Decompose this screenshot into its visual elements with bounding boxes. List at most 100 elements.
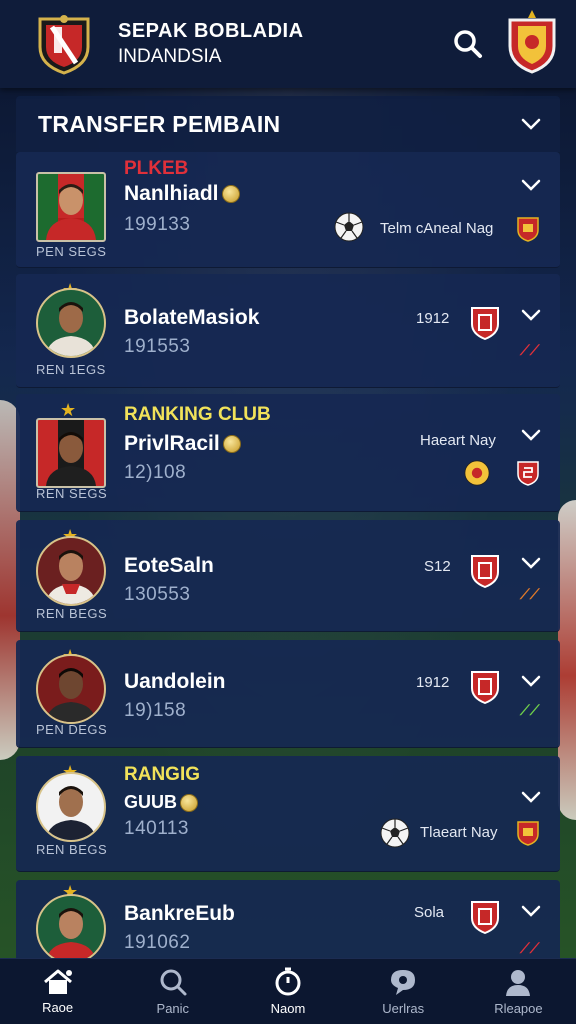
search-icon (160, 969, 187, 996)
transfer-fee: 1912 (416, 674, 450, 691)
chevron-down-icon[interactable] (520, 113, 542, 135)
player-name-text: Nanlhiadl (124, 182, 219, 205)
chat-icon (391, 970, 416, 995)
nav-search-label: Panic (156, 1001, 190, 1016)
player-card[interactable]: ★ REN SEGS RANKING CLUB PrivlRacil 12)10… (16, 394, 560, 512)
bottom-nav: Raoe Panic Naom Uerlras Rleapoe (0, 958, 576, 1024)
nav-search[interactable]: Panic (115, 959, 230, 1024)
player-name-text: GUUB (124, 792, 177, 812)
player-position: PEN DEGS (36, 722, 108, 737)
player-position: REN BEGS (36, 842, 108, 857)
background-player-right (558, 500, 576, 820)
profile-icon (506, 970, 531, 996)
chevron-down-icon[interactable] (520, 670, 542, 692)
player-name-text: PrivlRacil (124, 432, 220, 455)
chevron-down-icon[interactable] (520, 786, 542, 808)
player-name: Uandolein (124, 670, 226, 694)
coin-icon (222, 435, 241, 453)
player-avatar (36, 418, 106, 488)
player-number: 140113 (124, 818, 189, 839)
player-name-text: Uandolein (124, 670, 226, 693)
player-name-text: BolateMasiok (124, 306, 260, 329)
soccer-ball-icon (464, 460, 490, 486)
search-button[interactable] (448, 24, 488, 64)
app-title: SEPAK BOBLADIA INDANDSIA (118, 18, 304, 70)
player-name: BolateMasiok (124, 306, 259, 330)
player-card[interactable]: ★ REN 1EGS BolateMasiok 191553 1912 ⟋⟋ (16, 274, 560, 388)
player-avatar (36, 288, 106, 358)
player-card[interactable]: ★ REN BEGS EoteSaln 130553 S12 ⟋⟋ (16, 520, 560, 632)
home-icon (43, 969, 72, 994)
timer-icon (275, 967, 301, 996)
app-title-line2: INDANDSIA (118, 46, 222, 67)
player-avatar (36, 772, 106, 842)
player-number: 19)158 (124, 700, 187, 721)
player-card[interactable]: ★ BankreEub 191062 Sola ⟋⟋ (16, 880, 560, 966)
player-position: REN 1EGS (36, 362, 106, 377)
app-header: SEPAK BOBLADIA INDANDSIA (0, 0, 576, 88)
player-number: 191062 (124, 932, 191, 953)
chevron-down-icon[interactable] (520, 424, 542, 446)
player-avatar (36, 894, 106, 964)
player-avatar (36, 536, 106, 606)
search-icon (454, 30, 482, 58)
club-shield-icon (517, 217, 539, 242)
trend-down-icon: ⟋⟋ (520, 342, 540, 358)
federation-logo[interactable] (36, 13, 92, 75)
player-name-text: EoteSaln (124, 554, 214, 577)
player-avatar (36, 172, 106, 242)
player-name: GUUB (124, 792, 198, 813)
player-position: REN BEGS (36, 606, 108, 621)
player-card[interactable]: ★ REN BEGS RANGIG GUUB 140113 Tlaeart Na… (16, 756, 560, 872)
trend-icon: ⟋⟋ (520, 586, 540, 602)
chevron-down-icon[interactable] (520, 552, 542, 574)
player-position: PEN SEGS (36, 244, 107, 259)
club-shield-icon (471, 901, 499, 934)
club-label: Telm cAneal Nag (380, 220, 494, 237)
trend-up-icon: ⟋⟋ (520, 702, 540, 718)
player-position: REN SEGS (36, 486, 108, 501)
app-title-line1: SEPAK BOBLADIA (118, 20, 304, 42)
nav-home-label: Raoe (42, 1000, 74, 1015)
club-shield-icon (471, 307, 499, 340)
section-header[interactable]: TRANSFER PEMBAIN (16, 96, 560, 152)
trend-down-icon: ⟋⟋ (520, 940, 540, 956)
player-name: Nanlhiadl (124, 182, 240, 206)
club-shield-icon (471, 555, 499, 588)
club-label: Haeart Nay (420, 432, 496, 449)
player-card[interactable]: ★ PEN DEGS Uandolein 19)158 1912 ⟋⟋ (16, 640, 560, 748)
club-label: Tlaeart Nay (420, 824, 498, 841)
transfer-fee: Sola (414, 904, 445, 921)
nav-timer-label: Naom (270, 1001, 306, 1016)
player-name: PrivlRacil (124, 432, 241, 456)
club-shield-icon (517, 461, 539, 486)
transfer-fee: 1912 (416, 310, 450, 327)
nav-profile-label: Rleapoe (494, 1001, 543, 1016)
chevron-down-icon[interactable] (520, 304, 542, 326)
chevron-down-icon[interactable] (520, 174, 542, 196)
chevron-down-icon[interactable] (520, 900, 542, 922)
player-name: BankreEub (124, 902, 235, 926)
club-badge-icon[interactable] (506, 8, 558, 74)
player-tag: PLKEB (124, 158, 189, 179)
nav-profile[interactable]: Rleapoe (461, 959, 576, 1024)
player-tag: RANKING CLUB (124, 404, 271, 425)
transfer-fee: S12 (424, 558, 451, 575)
soccer-ball-icon (334, 212, 364, 242)
nav-timer[interactable]: Naom (230, 959, 345, 1024)
player-number: 130553 (124, 584, 191, 605)
player-card[interactable]: PEN SEGS PLKEB Nanlhiadl 199133 Telm cAn… (16, 152, 560, 268)
nav-chat[interactable]: Uerlras (346, 959, 461, 1024)
club-shield-icon (471, 671, 499, 704)
transfer-panel: TRANSFER PEMBAIN PEN SEGS PLKEB Nanlhiad… (16, 96, 560, 966)
player-number: 199133 (124, 214, 191, 235)
coin-icon (221, 185, 240, 203)
club-shield-icon (517, 821, 539, 846)
player-avatar (36, 654, 106, 724)
player-name-text: BankreEub (124, 902, 235, 925)
nav-home[interactable]: Raoe (0, 959, 115, 1024)
player-tag: RANGIG (124, 764, 200, 785)
soccer-ball-icon (380, 818, 410, 848)
section-title: TRANSFER PEMBAIN (38, 110, 281, 137)
player-number: 191553 (124, 336, 191, 357)
